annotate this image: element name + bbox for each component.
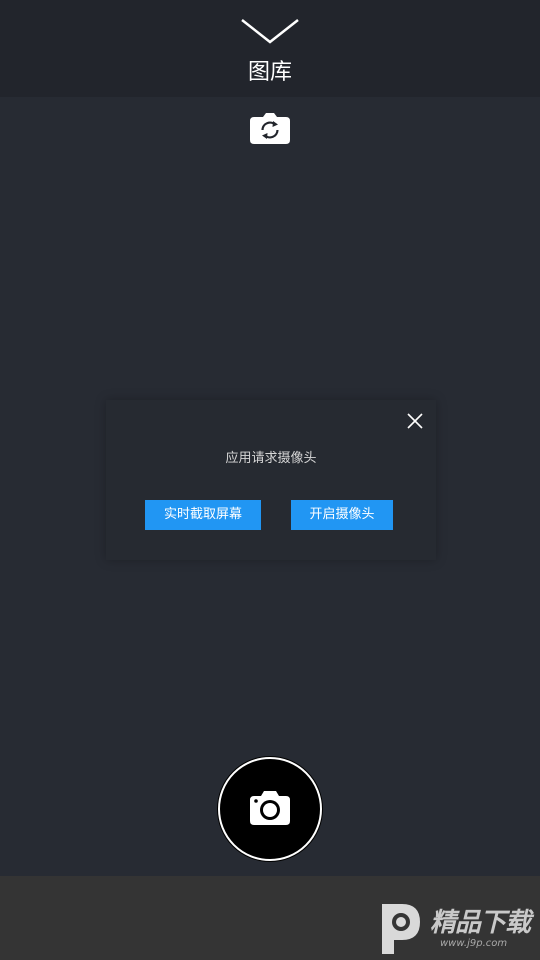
- watermark-text: 精品下载: [430, 908, 531, 938]
- switch-camera-icon: [249, 111, 291, 145]
- top-bar: 图库: [0, 0, 540, 97]
- chevron-down-icon: [240, 16, 300, 46]
- collapse-button[interactable]: [240, 16, 300, 46]
- open-camera-button[interactable]: 开启摄像头: [291, 500, 393, 530]
- camera-permission-dialog: 应用请求摄像头 实时截取屏幕 开启摄像头: [106, 400, 436, 560]
- watermark-url: www.j9p.com: [440, 938, 508, 949]
- capture-screen-button[interactable]: 实时截取屏幕: [145, 500, 261, 530]
- shutter-button[interactable]: [218, 757, 322, 861]
- page-title: 图库: [247, 60, 292, 85]
- dialog-message: 应用请求摄像头: [225, 451, 317, 466]
- watermark-logo-icon: [372, 900, 424, 956]
- close-icon: [404, 410, 426, 432]
- switch-camera-button[interactable]: [249, 111, 291, 145]
- dialog-close-button[interactable]: [404, 410, 426, 432]
